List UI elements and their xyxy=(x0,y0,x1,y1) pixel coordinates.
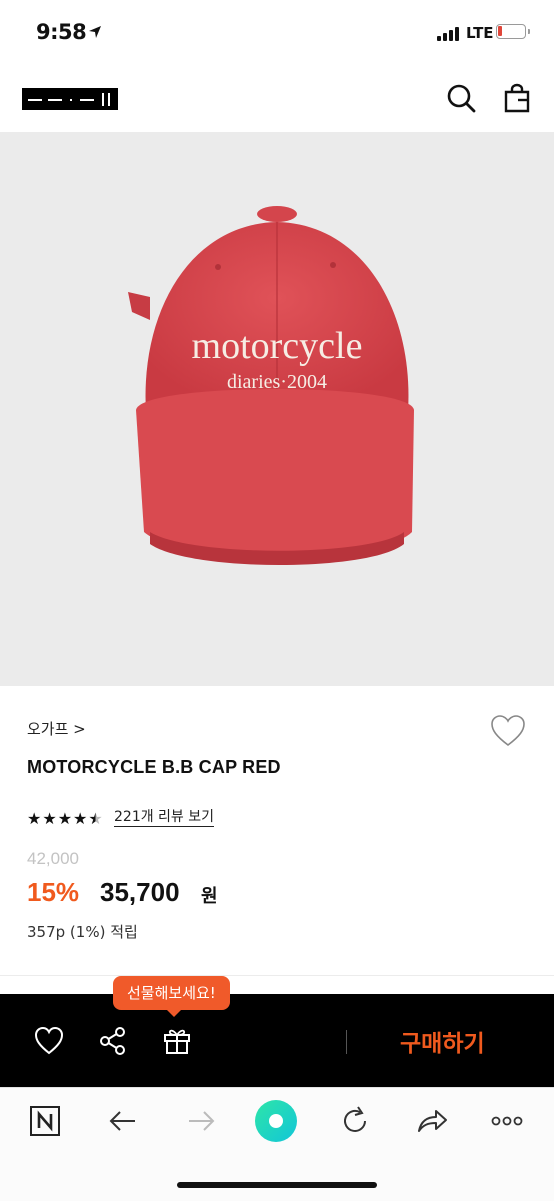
star-icon: ★ xyxy=(73,809,88,828)
cap-text-line1: motorcycle xyxy=(192,325,363,367)
currency-label: 원 xyxy=(201,886,218,907)
half-star-icon: ★ xyxy=(88,809,103,828)
network-label: LTE xyxy=(466,24,494,42)
search-icon[interactable] xyxy=(445,82,477,114)
reward-points: 357p (1%) 적립 xyxy=(27,923,138,941)
product-image[interactable]: motorcycle diaries·2004 xyxy=(0,132,554,686)
review-link[interactable]: 221개 리뷰 보기 xyxy=(114,809,215,827)
product-name: MOTORCYCLE B.B CAP RED xyxy=(27,757,281,777)
heart-icon[interactable] xyxy=(34,1026,64,1056)
buy-button[interactable]: 구매하기 xyxy=(400,1024,485,1058)
gift-icon[interactable] xyxy=(162,1025,192,1055)
original-price: 42,000 xyxy=(27,849,79,868)
signal-icon xyxy=(437,27,459,41)
home-icon[interactable] xyxy=(254,1099,298,1143)
star-icon: ★ xyxy=(57,809,73,828)
star-icon: ★ xyxy=(27,809,42,828)
location-arrow-icon xyxy=(89,26,101,38)
store-logo[interactable] xyxy=(22,88,118,110)
cap-text-line2: diaries·2004 xyxy=(227,371,327,393)
battery-icon xyxy=(496,24,530,39)
divider xyxy=(0,975,554,976)
share-icon[interactable] xyxy=(98,1026,128,1056)
naver-icon[interactable] xyxy=(28,1104,62,1138)
back-icon[interactable] xyxy=(106,1104,140,1138)
home-indicator xyxy=(177,1182,377,1188)
status-bar: 9:58 LTE xyxy=(0,0,554,66)
brand-link[interactable]: 오가프 > xyxy=(27,718,86,739)
more-icon[interactable] xyxy=(490,1104,524,1138)
gift-tooltip: 선물해보세요! xyxy=(113,976,230,1017)
cap-illustration: motorcycle diaries·2004 xyxy=(128,206,414,565)
action-divider xyxy=(346,1030,347,1054)
refresh-icon[interactable] xyxy=(338,1104,372,1138)
wishlist-heart-icon[interactable] xyxy=(490,714,526,748)
rating-stars: ★ ★ ★ ★ ★ xyxy=(27,810,103,828)
star-icon: ★ xyxy=(42,809,57,828)
status-time: 9:58 xyxy=(36,20,87,44)
share-icon[interactable] xyxy=(415,1104,449,1138)
top-header xyxy=(0,66,554,132)
forward-icon[interactable] xyxy=(184,1104,218,1138)
discount-rate: 15% xyxy=(27,877,80,907)
shopping-bag-icon[interactable] xyxy=(501,82,533,114)
sale-price: 35,700 xyxy=(100,877,180,907)
